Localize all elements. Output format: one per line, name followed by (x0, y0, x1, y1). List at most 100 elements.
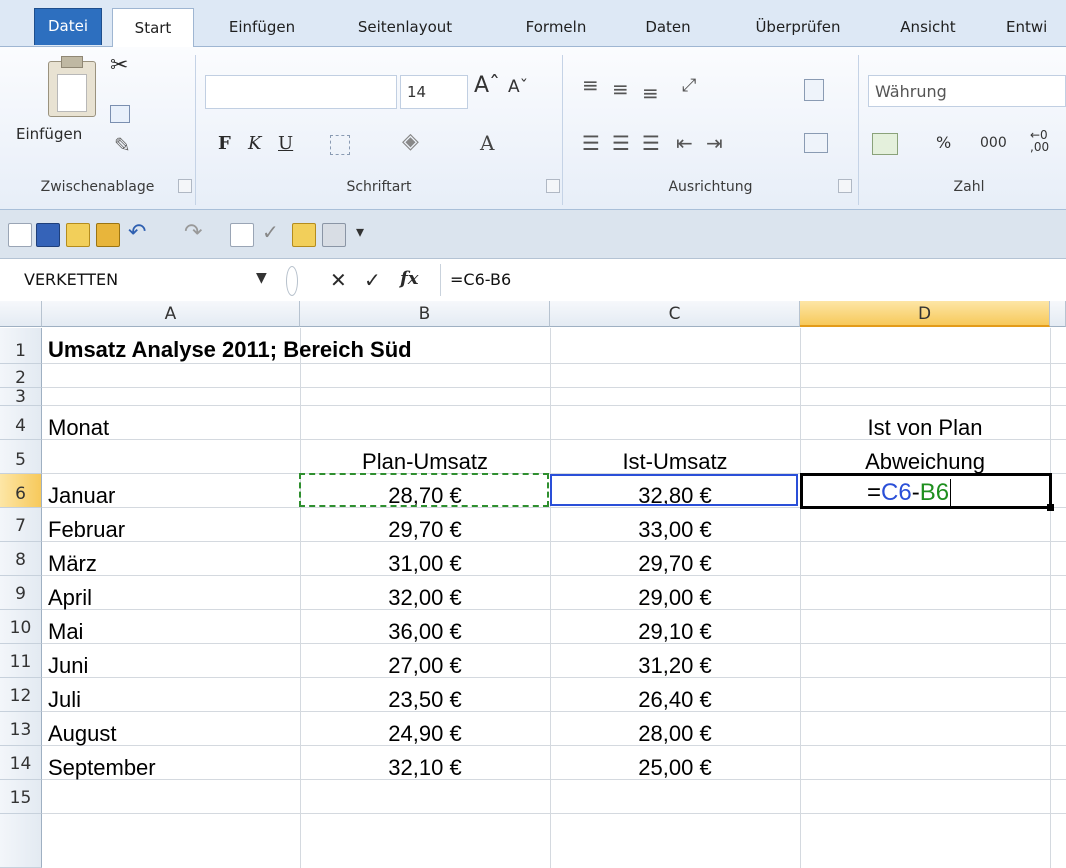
increase-indent-icon[interactable]: ⇥ (706, 131, 723, 155)
align-left-icon[interactable]: ☰ (582, 131, 600, 155)
cell-month[interactable]: August (48, 721, 117, 747)
row-header-11[interactable]: 11 (0, 644, 42, 678)
paste-icon[interactable] (48, 56, 96, 117)
open-icon[interactable] (66, 223, 90, 247)
cell-a4-monat[interactable]: Monat (48, 415, 109, 441)
cell-month[interactable]: März (48, 551, 97, 577)
comma-style-button[interactable]: 000 (980, 135, 1007, 151)
orientation-icon[interactable]: ⤢ (682, 75, 696, 96)
cell-ist[interactable]: 31,20 € (550, 653, 800, 679)
active-cell-d6[interactable]: =C6-B6​ (800, 473, 1054, 511)
cell-ist[interactable]: 28,00 € (550, 721, 800, 747)
column-header-c[interactable]: C (550, 301, 800, 327)
cell-month[interactable]: Januar (48, 483, 115, 509)
cell-plan[interactable]: 36,00 € (300, 619, 550, 645)
fill-handle[interactable] (1047, 504, 1054, 511)
cell-ist[interactable]: 29,00 € (550, 585, 800, 611)
tab-start[interactable]: Start (112, 8, 194, 48)
cell-ist[interactable]: 25,00 € (550, 755, 800, 781)
cell-plan[interactable]: 27,00 € (300, 653, 550, 679)
select-all-corner[interactable] (0, 301, 42, 327)
row-header-10[interactable]: 10 (0, 610, 42, 644)
cell-plan[interactable]: 31,00 € (300, 551, 550, 577)
row-header-14[interactable]: 14 (0, 746, 42, 780)
cut-icon[interactable]: ✂ (110, 53, 128, 78)
italic-button[interactable]: K (248, 133, 261, 154)
alignment-launcher-icon[interactable] (838, 179, 852, 193)
new-document-icon[interactable] (8, 223, 32, 247)
bold-button[interactable]: F (218, 133, 231, 154)
row-header-2[interactable]: 2 (0, 364, 42, 388)
tab-datei[interactable]: Datei (34, 8, 102, 45)
underline-button[interactable]: U (278, 133, 293, 154)
tab-daten[interactable]: Daten (628, 8, 708, 46)
folder-icon[interactable] (96, 223, 120, 247)
column-header-b[interactable]: B (300, 301, 550, 327)
row-header-9[interactable]: 9 (0, 576, 42, 610)
redo-icon[interactable]: ↷ (184, 220, 202, 245)
shrink-font-icon[interactable]: Aˇ (508, 77, 528, 97)
row-header-8[interactable]: 8 (0, 542, 42, 576)
row-header-13[interactable]: 13 (0, 712, 42, 746)
cell-month[interactable]: September (48, 755, 156, 781)
row-header-3[interactable]: 3 (0, 388, 42, 406)
cell-month[interactable]: Juni (48, 653, 88, 679)
row-header-1[interactable]: 1 (0, 328, 42, 364)
align-top-icon[interactable]: ≡ (582, 73, 599, 97)
number-format-combo[interactable]: Währung (868, 75, 1066, 107)
cell-a1-title[interactable]: Umsatz Analyse 2011; Bereich Süd (48, 337, 412, 363)
tab-formeln[interactable]: Formeln (508, 8, 604, 46)
open-recent-icon[interactable] (292, 223, 316, 247)
cell-month[interactable]: Juli (48, 687, 81, 713)
tab-einfuegen[interactable]: Einfügen (210, 8, 314, 46)
column-header-d[interactable]: D (800, 301, 1050, 327)
row-header-12[interactable]: 12 (0, 678, 42, 712)
cell-month[interactable]: Februar (48, 517, 125, 543)
cell-b5-plan-header[interactable]: Plan-Umsatz (300, 449, 550, 475)
row-header-15[interactable]: 15 (0, 780, 42, 814)
insert-function-button[interactable]: fx (400, 268, 418, 289)
percent-style-button[interactable]: % (936, 133, 951, 152)
align-center-icon[interactable]: ☰ (612, 131, 630, 155)
row-header-16[interactable] (0, 814, 42, 868)
align-bottom-icon[interactable]: ≡ (642, 81, 659, 105)
grow-font-icon[interactable]: Aˆ (474, 73, 500, 98)
name-box[interactable]: VERKETTEN (24, 262, 118, 298)
row-header-4[interactable]: 4 (0, 406, 42, 440)
row-header-7[interactable]: 7 (0, 508, 42, 542)
formula-bar-splitter[interactable] (286, 266, 298, 296)
font-size-combo[interactable]: 14 (400, 75, 468, 109)
spelling-icon[interactable]: ✓ (262, 220, 279, 244)
cell-d5-header[interactable]: Abweichung (800, 449, 1050, 475)
name-box-dropdown-icon[interactable]: ▼ (256, 270, 267, 286)
tab-ansicht[interactable]: Ansicht (880, 8, 976, 46)
cell-plan[interactable]: 32,10 € (300, 755, 550, 781)
align-middle-icon[interactable]: ≡ (612, 77, 629, 101)
clipboard-launcher-icon[interactable] (178, 179, 192, 193)
tab-seitenlayout[interactable]: Seitenlayout (340, 8, 470, 46)
cell-month[interactable]: Mai (48, 619, 83, 645)
tab-ueberpruefen[interactable]: Überprüfen (734, 8, 862, 46)
cancel-button[interactable]: ✕ (330, 268, 347, 292)
cell-d4-header[interactable]: Ist von Plan (800, 415, 1050, 441)
borders-icon[interactable] (330, 135, 350, 155)
copy-icon[interactable] (110, 105, 130, 123)
customize-qat-icon[interactable]: ▾ (356, 222, 364, 241)
cell-plan[interactable]: 23,50 € (300, 687, 550, 713)
cell-ist[interactable]: 33,00 € (550, 517, 800, 543)
increase-decimal-icon[interactable]: ←0,00 (1030, 129, 1049, 153)
tab-entwicklertools[interactable]: Entwi (1006, 8, 1066, 46)
cell-plan[interactable]: 29,70 € (300, 517, 550, 543)
print-icon[interactable] (322, 223, 346, 247)
cell-c5-ist-header[interactable]: Ist-Umsatz (550, 449, 800, 475)
font-color-icon[interactable]: A (480, 131, 494, 155)
format-painter-icon[interactable]: ✎ (114, 133, 131, 157)
cell-ist[interactable]: 26,40 € (550, 687, 800, 713)
align-right-icon[interactable]: ☰ (642, 131, 660, 155)
wrap-text-icon[interactable] (804, 79, 824, 101)
undo-icon[interactable]: ↶ (128, 220, 146, 245)
print-preview-icon[interactable] (230, 223, 254, 247)
paste-button[interactable]: Einfügen (16, 125, 82, 143)
font-name-combo[interactable] (205, 75, 397, 109)
cell-month[interactable]: April (48, 585, 92, 611)
